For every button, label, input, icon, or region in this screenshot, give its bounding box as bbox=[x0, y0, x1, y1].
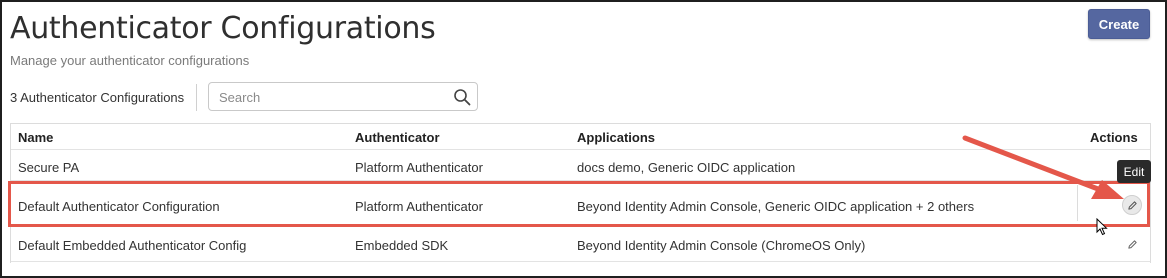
edit-button[interactable] bbox=[1122, 234, 1142, 254]
pencil-icon bbox=[1127, 239, 1137, 249]
row-applications: Beyond Identity Admin Console (ChromeOS … bbox=[577, 238, 866, 253]
row-name[interactable]: Default Embedded Authenticator Config bbox=[18, 238, 246, 253]
row-name[interactable]: Default Authenticator Configuration bbox=[18, 199, 220, 214]
row-name[interactable]: Secure PA bbox=[18, 160, 79, 175]
configuration-count: 3 Authenticator Configurations bbox=[10, 90, 185, 105]
search-box[interactable] bbox=[208, 82, 478, 111]
row-authenticator: Platform Authenticator bbox=[355, 199, 483, 214]
column-header-applications[interactable]: Applications bbox=[577, 130, 655, 145]
row-authenticator: Embedded SDK bbox=[355, 238, 449, 253]
row-authenticator: Platform Authenticator bbox=[355, 160, 483, 175]
column-header-authenticator[interactable]: Authenticator bbox=[355, 130, 440, 145]
actions-divider bbox=[1077, 185, 1078, 221]
page-subtitle: Manage your authenticator configurations bbox=[10, 53, 250, 68]
search-input[interactable] bbox=[219, 89, 439, 105]
search-icon[interactable] bbox=[453, 88, 471, 106]
page-title: Authenticator Configurations bbox=[10, 11, 436, 46]
create-button[interactable]: Create bbox=[1088, 9, 1150, 39]
mouse-pointer-icon bbox=[1096, 218, 1108, 236]
configurations-table: Name Authenticator Applications Actions … bbox=[10, 123, 1151, 263]
table-row[interactable]: Default Authenticator Configuration Plat… bbox=[11, 181, 1150, 226]
table-row[interactable]: Secure PA Platform Authenticator docs de… bbox=[11, 150, 1150, 181]
column-header-actions: Actions bbox=[1090, 130, 1138, 145]
toolbar-divider bbox=[196, 84, 197, 111]
row-applications: docs demo, Generic OIDC application bbox=[577, 160, 796, 175]
table-header-row: Name Authenticator Applications Actions bbox=[11, 124, 1150, 150]
column-header-name[interactable]: Name bbox=[18, 130, 53, 145]
pencil-icon bbox=[1127, 200, 1137, 210]
row-applications: Beyond Identity Admin Console, Generic O… bbox=[577, 199, 975, 214]
edit-tooltip: Edit bbox=[1117, 160, 1151, 183]
table-row[interactable]: Default Embedded Authenticator Config Em… bbox=[11, 226, 1150, 262]
edit-button[interactable] bbox=[1122, 195, 1142, 215]
